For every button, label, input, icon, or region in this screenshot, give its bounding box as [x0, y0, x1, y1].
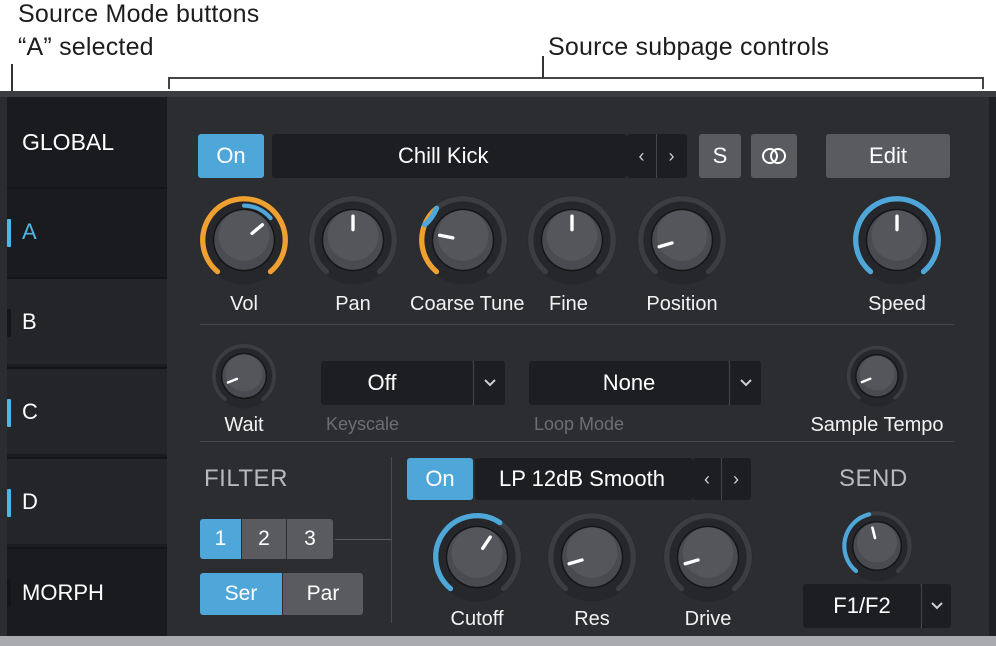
coarse-tune-knob[interactable]: [415, 192, 511, 288]
filter-link-line: [335, 539, 391, 540]
source-subpage: On Chill Kick ‹ › S Edit Vol Pan Coarse …: [167, 97, 989, 636]
next-sample-button[interactable]: ›: [657, 134, 687, 178]
sidebar-item-global[interactable]: GLOBAL: [7, 97, 167, 187]
sidebar-item-label: D: [22, 488, 38, 514]
sidebar-item-label: B: [22, 308, 37, 334]
solo-button[interactable]: S: [699, 134, 741, 178]
source-on-indicator: [7, 399, 11, 427]
prev-filter-button[interactable]: ‹: [694, 458, 722, 500]
chevron-down-icon: [739, 379, 752, 387]
sample-name-field[interactable]: Chill Kick: [272, 134, 627, 178]
wait-label: Wait: [224, 414, 264, 436]
position-label: Position: [646, 293, 718, 315]
filter-on-button[interactable]: On: [407, 458, 473, 500]
source-on-button[interactable]: On: [198, 134, 264, 178]
plugin-panel: GLOBAL A B C D MORPH On Chill Kick ‹ › S…: [0, 91, 996, 646]
loop-mode-value: None: [602, 370, 656, 395]
sidebar-item-morph[interactable]: MORPH: [7, 547, 167, 636]
position-knob[interactable]: [634, 192, 730, 288]
panel-right-edge: [989, 97, 996, 636]
filter-divider: [391, 457, 392, 623]
loop-mode-dropdown-button[interactable]: [729, 361, 761, 405]
source-off-indicator: [7, 309, 11, 337]
speed-label: Speed: [868, 293, 926, 315]
sidebar-item-d[interactable]: D: [7, 457, 167, 544]
keyscale-label: Keyscale: [326, 414, 400, 434]
source-off-indicator: [7, 579, 11, 607]
source-mode-sidebar: GLOBAL A B C D MORPH: [7, 97, 167, 636]
row-divider: [200, 441, 954, 442]
vol-knob[interactable]: [196, 192, 292, 288]
pan-knob[interactable]: [305, 192, 401, 288]
drive-knob[interactable]: [660, 509, 756, 605]
send-destination-menu[interactable]: F1/F2: [803, 584, 921, 628]
serial-routing-button[interactable]: Ser: [200, 573, 282, 615]
vol-label: Vol: [230, 293, 258, 315]
keyscale-value: Off: [367, 370, 397, 395]
sample-tempo-label: Sample Tempo: [810, 414, 944, 436]
callout-source-subpage-controls: Source subpage controls: [548, 33, 830, 61]
send-dropdown-button[interactable]: [921, 584, 951, 628]
pan-label: Pan: [335, 293, 371, 315]
callout-source-mode-buttons: Source Mode buttons: [18, 0, 260, 28]
parallel-routing-button[interactable]: Par: [283, 573, 363, 615]
row-divider: [200, 324, 954, 325]
link-rings-icon: [762, 148, 786, 164]
bracket-tick: [542, 56, 544, 78]
source-on-indicator: [7, 489, 11, 517]
sample-tempo-knob[interactable]: [844, 343, 910, 409]
sidebar-item-label: GLOBAL: [22, 129, 115, 155]
filter-type-menu[interactable]: LP 12dB Smooth: [475, 458, 693, 500]
filter-type-value: LP 12dB Smooth: [499, 466, 665, 491]
coarse-tune-label: Coarse Tune: [410, 293, 525, 315]
keyscale-dropdown-button[interactable]: [473, 361, 505, 405]
speed-knob[interactable]: [849, 192, 945, 288]
filter-slot-3-button[interactable]: 3: [287, 519, 333, 559]
cutoff-label: Cutoff: [450, 608, 504, 630]
sample-name: Chill Kick: [398, 143, 489, 168]
loop-mode-label: Loop Mode: [534, 414, 625, 434]
source-on-indicator: [7, 219, 11, 247]
fine-knob[interactable]: [524, 192, 620, 288]
sidebar-item-label: C: [22, 398, 38, 424]
sidebar-item-label: MORPH: [22, 579, 104, 605]
callout-bracket: [168, 77, 984, 89]
filter-slot-1-button[interactable]: 1: [200, 519, 241, 559]
panel-bottom-edge: [0, 636, 996, 646]
sidebar-item-c[interactable]: C: [7, 367, 167, 454]
send-destination-value: F1/F2: [833, 593, 891, 618]
send-section-title: SEND: [839, 465, 908, 492]
send-knob[interactable]: [839, 508, 915, 584]
filter-section-title: FILTER: [204, 465, 288, 492]
prev-sample-button[interactable]: ‹: [628, 134, 657, 178]
wait-knob[interactable]: [209, 341, 279, 411]
fine-label: Fine: [549, 293, 588, 315]
sample-nav: ‹ ›: [627, 134, 687, 178]
drive-label: Drive: [684, 608, 732, 630]
loop-mode-menu[interactable]: None: [529, 361, 729, 405]
next-filter-button[interactable]: ›: [722, 458, 751, 500]
link-button[interactable]: [751, 134, 797, 178]
sidebar-item-b[interactable]: B: [7, 277, 167, 364]
edit-button[interactable]: Edit: [826, 134, 950, 178]
cutoff-knob[interactable]: [429, 509, 525, 605]
chevron-down-icon: [930, 602, 943, 610]
chevron-down-icon: [483, 379, 496, 387]
res-knob[interactable]: [544, 509, 640, 605]
sidebar-item-a[interactable]: A: [7, 187, 167, 274]
keyscale-menu[interactable]: Off: [321, 361, 473, 405]
callout-a-selected: “A” selected: [18, 33, 154, 61]
res-label: Res: [574, 608, 610, 630]
sidebar-item-label: A: [22, 218, 37, 244]
filter-type-nav: ‹ ›: [693, 458, 751, 500]
filter-slot-2-button[interactable]: 2: [242, 519, 286, 559]
